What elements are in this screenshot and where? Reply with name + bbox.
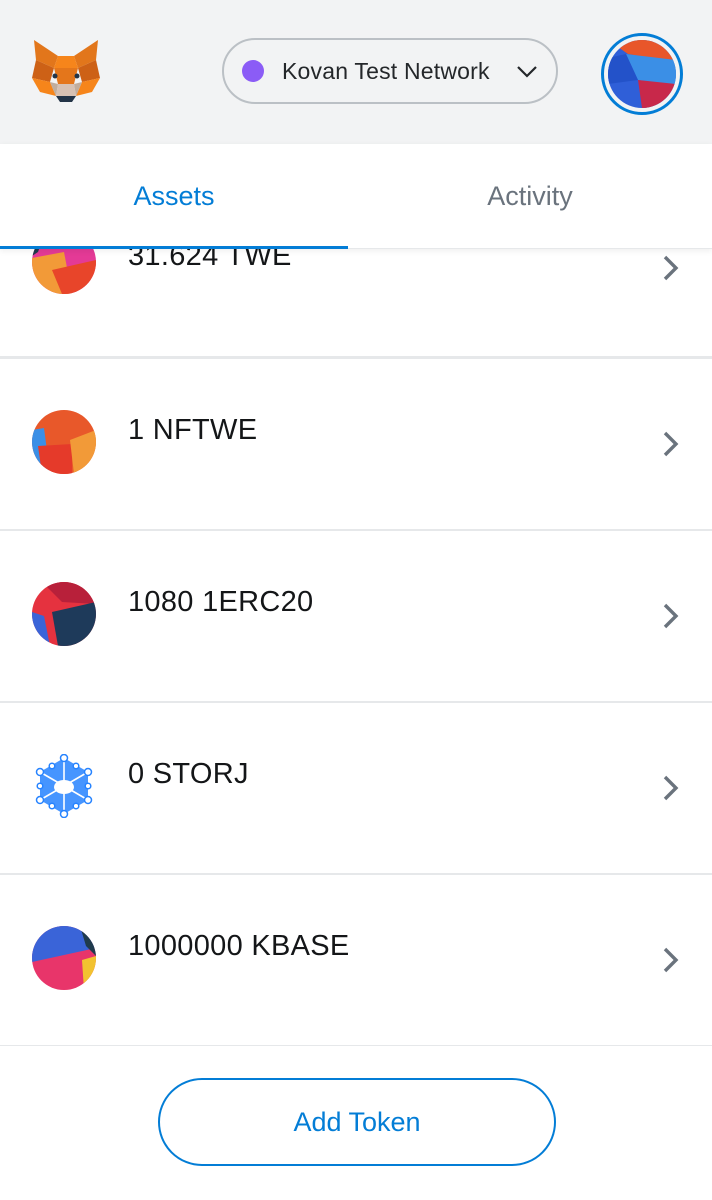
- list-divider: [0, 1045, 712, 1046]
- tab-activity-label: Activity: [487, 180, 573, 211]
- nftwe-identicon: [32, 410, 96, 474]
- token-row[interactable]: 1 NFTWE: [0, 359, 712, 532]
- 1erc20-identicon: [32, 582, 96, 646]
- token-balance: 31.624 TWE: [128, 248, 292, 272]
- active-tab-indicator: [0, 246, 348, 249]
- network-selector[interactable]: Kovan Test Network: [222, 38, 558, 104]
- tab-assets-label: Assets: [133, 180, 215, 211]
- chevron-down-icon: [517, 66, 537, 78]
- account-avatar[interactable]: [601, 33, 683, 115]
- twe-identicon: [32, 248, 96, 294]
- token-row[interactable]: 1000000 KBASE: [0, 875, 712, 1045]
- token-balance: 1080 1ERC20: [128, 586, 314, 618]
- chevron-right-icon: [663, 775, 679, 801]
- token-balance: 1000000 KBASE: [128, 930, 350, 962]
- account-identicon: [608, 40, 676, 108]
- network-status-dot: [242, 60, 264, 82]
- token-balance: 0 STORJ: [128, 758, 249, 790]
- token-row[interactable]: 1080 1ERC20: [0, 531, 712, 704]
- token-row[interactable]: 0 STORJ: [0, 703, 712, 876]
- chevron-right-icon: [663, 947, 679, 973]
- token-row[interactable]: 31.624 TWE: [0, 248, 712, 359]
- token-list: 31.624 TWE 1 NFTWE 1080 1ERC20 0 STORJ 1…: [0, 248, 712, 1046]
- chevron-right-icon: [663, 255, 679, 281]
- storj-logo: [35, 754, 93, 818]
- chevron-right-icon: [663, 603, 679, 629]
- kbase-identicon: [32, 926, 96, 990]
- chevron-right-icon: [663, 431, 679, 457]
- tab-activity[interactable]: Activity: [356, 144, 704, 248]
- network-name: Kovan Test Network: [282, 57, 490, 84]
- token-balance: 1 NFTWE: [128, 414, 258, 446]
- metamask-fox-logo[interactable]: [30, 38, 102, 104]
- app-header: Kovan Test Network: [0, 0, 712, 144]
- tab-assets[interactable]: Assets: [0, 144, 348, 249]
- tab-bar: Assets Activity: [0, 144, 712, 249]
- add-token-button[interactable]: Add Token: [158, 1078, 556, 1166]
